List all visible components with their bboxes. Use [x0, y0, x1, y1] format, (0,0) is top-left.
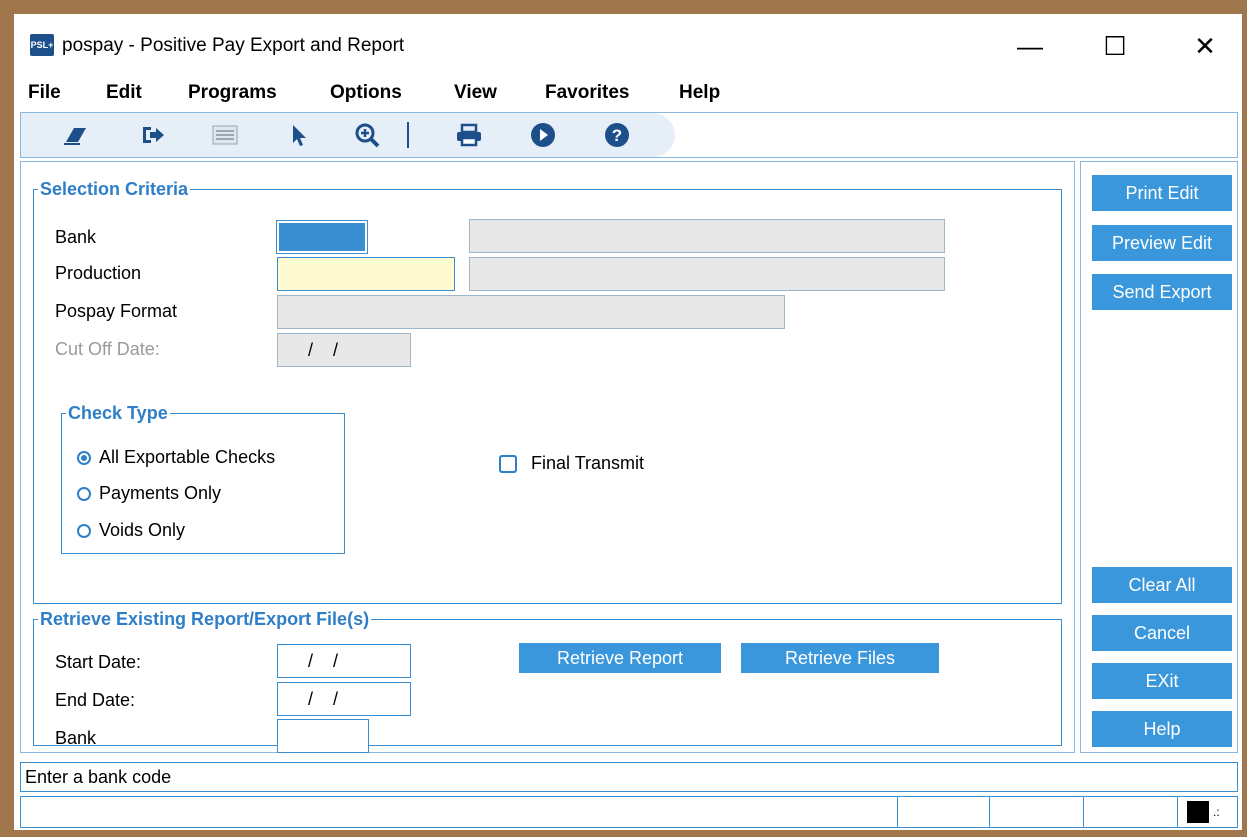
status-cell [989, 797, 990, 827]
cancel-button[interactable]: Cancel [1092, 615, 1232, 651]
toolbar-strip [21, 113, 675, 157]
retrieve-bank-label: Bank [55, 728, 97, 748]
close-button[interactable]: ✕ [1174, 28, 1236, 64]
resize-grip-icon[interactable]: .: [1213, 805, 1220, 819]
radio-label: Voids Only [99, 520, 186, 540]
maximize-button[interactable]: ☐ [1084, 28, 1146, 64]
radio-label: Payments Only [99, 483, 222, 503]
status-cell [1177, 797, 1178, 827]
menu-file[interactable]: File [28, 82, 61, 104]
menu-edit[interactable]: Edit [106, 82, 142, 104]
exit-button[interactable]: EXit [1092, 663, 1232, 699]
pospay-format-field[interactable] [277, 295, 785, 329]
radio-indicator-selected [77, 450, 91, 465]
cutoff-date-input: / / [277, 333, 411, 367]
production-description-field [469, 257, 945, 291]
end-date-value: / / [308, 688, 339, 709]
minimize-button[interactable]: — [999, 28, 1061, 64]
production-label: Production [55, 263, 142, 283]
bank-label: Bank [55, 227, 97, 247]
start-date-label: Start Date: [55, 652, 142, 672]
status-indicator [1187, 801, 1209, 823]
start-date-input[interactable]: / / [277, 644, 411, 678]
radio-indicator [77, 523, 91, 538]
retrieve-group: Retrieve Existing Report/Export File(s) [33, 610, 1062, 746]
retrieve-files-button[interactable]: Retrieve Files [741, 643, 939, 673]
help-button[interactable]: Help [1092, 711, 1232, 747]
radio-payments-only[interactable]: Payments Only [77, 483, 221, 504]
selection-criteria-legend: Selection Criteria [40, 179, 189, 199]
retrieve-bank-input[interactable] [277, 719, 369, 753]
preview-edit-button[interactable]: Preview Edit [1092, 225, 1232, 261]
run-icon[interactable] [527, 120, 559, 150]
end-date-input[interactable]: / / [277, 682, 411, 716]
print-edit-button[interactable]: Print Edit [1092, 175, 1232, 211]
menu-help[interactable]: Help [679, 82, 720, 104]
list-icon[interactable] [209, 120, 241, 150]
menu-options[interactable]: Options [330, 82, 402, 104]
menu-programs[interactable]: Programs [188, 82, 277, 104]
exit-icon[interactable] [137, 120, 169, 150]
checkbox-box [499, 454, 517, 473]
clear-all-button[interactable]: Clear All [1092, 567, 1232, 603]
end-date-label: End Date: [55, 690, 136, 710]
pospay-format-label: Pospay Format [55, 301, 178, 321]
svg-text:?: ? [612, 126, 622, 145]
toolbar: ? [20, 112, 1238, 158]
status-cell [897, 797, 898, 827]
status-message: Enter a bank code [20, 762, 1238, 792]
help-icon[interactable]: ? [601, 120, 633, 150]
bank-input[interactable] [276, 220, 368, 254]
pointer-icon[interactable] [283, 120, 315, 150]
menu-view[interactable]: View [454, 82, 497, 104]
title-bar[interactable]: PSL+ pospay - Positive Pay Export and Re… [14, 14, 1242, 78]
cutoff-date-value: / / [308, 339, 339, 360]
check-type-legend: Check Type [68, 403, 168, 423]
main-panel: Selection Criteria Bank Production Pospa… [20, 161, 1075, 753]
toolbar-separator [407, 122, 409, 148]
status-bar: .: [20, 796, 1238, 828]
bank-description-field [469, 219, 945, 253]
app-icon: PSL+ [30, 34, 54, 56]
cutoff-date-label: Cut Off Date: [55, 339, 160, 359]
menu-bar: File Edit Programs Options View Favorite… [14, 78, 1242, 110]
final-transmit-checkbox[interactable]: Final Transmit [499, 453, 644, 474]
status-text: Enter a bank code [25, 766, 172, 787]
app-window: PSL+ pospay - Positive Pay Export and Re… [14, 14, 1242, 830]
zoom-in-icon[interactable] [351, 120, 383, 150]
radio-voids-only[interactable]: Voids Only [77, 520, 185, 541]
radio-indicator [77, 486, 91, 501]
final-transmit-label: Final Transmit [531, 453, 645, 473]
retrieve-report-button[interactable]: Retrieve Report [519, 643, 721, 673]
status-cell [1083, 797, 1084, 827]
production-input[interactable] [277, 257, 455, 291]
print-icon[interactable] [453, 120, 485, 150]
radio-all-exportable[interactable]: All Exportable Checks [77, 447, 275, 468]
radio-label: All Exportable Checks [99, 447, 276, 467]
retrieve-legend: Retrieve Existing Report/Export File(s) [40, 609, 370, 629]
window-title: pospay - Positive Pay Export and Report [62, 35, 405, 56]
eraser-icon[interactable] [59, 120, 91, 150]
action-panel: Print Edit Preview Edit Send Export Clea… [1080, 161, 1238, 753]
start-date-value: / / [308, 650, 339, 671]
menu-favorites[interactable]: Favorites [545, 82, 629, 104]
send-export-button[interactable]: Send Export [1092, 274, 1232, 310]
